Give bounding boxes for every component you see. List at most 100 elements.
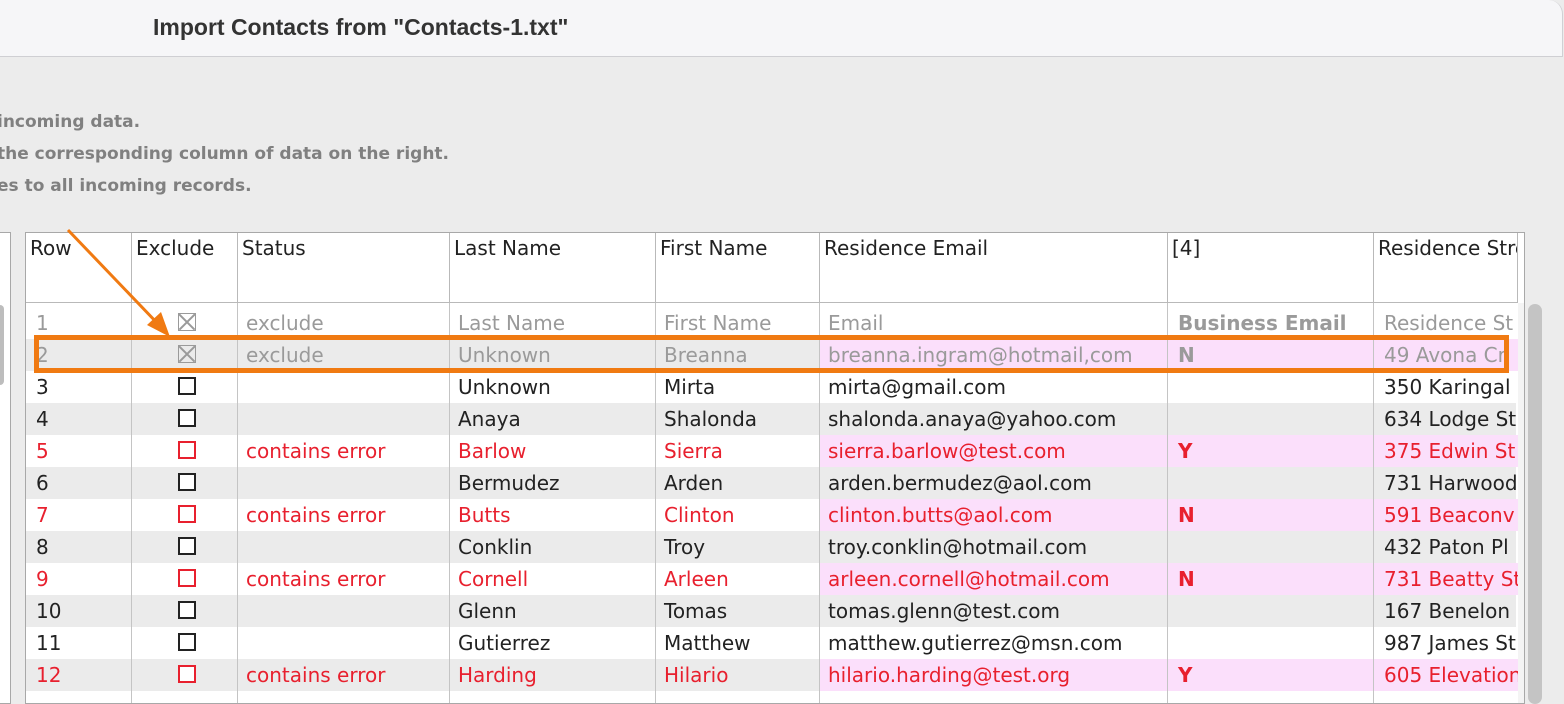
status-cell: contains error — [246, 439, 386, 463]
exclude-checkbox[interactable] — [178, 665, 196, 683]
exclude-checkbox[interactable] — [178, 505, 196, 523]
first-name-cell: Clinton — [664, 503, 735, 527]
exclude-checkbox[interactable] — [178, 473, 196, 491]
column-header-last-name[interactable]: Last Name — [450, 233, 656, 303]
residence-email-cell: clinton.butts@aol.com — [820, 499, 1168, 531]
row-number: 8 — [36, 535, 49, 559]
exclude-checkbox[interactable] — [178, 569, 196, 587]
exclude-checkbox[interactable] — [178, 313, 196, 331]
window-title: Import Contacts from "Contacts-1.txt" — [153, 14, 569, 40]
residence-street-cell: 432 Paton Pl — [1384, 535, 1509, 559]
last-name-cell: Barlow — [458, 439, 527, 463]
table-row[interactable]: 12 contains error Harding Hilario hilario.ha… — [26, 659, 1518, 691]
row-number: 3 — [36, 375, 49, 399]
row-number: 1 — [36, 311, 49, 335]
last-name-cell: Last Name — [458, 311, 566, 335]
residence-street-cell: 49 Avona Cr — [1374, 339, 1518, 371]
column-header-first-name[interactable]: First Name — [656, 233, 820, 303]
column-4-cell — [1168, 371, 1374, 403]
column-4-cell — [1168, 595, 1374, 627]
column-4-cell — [1168, 467, 1374, 499]
status-cell: contains error — [246, 567, 386, 591]
table-row[interactable]: 3 Unknown Mirta mirta@gmail.com 350 Karingal — [26, 371, 1516, 403]
grid-scroll-track[interactable] — [1518, 303, 1524, 703]
residence-email-cell: shalonda.anaya@yahoo.com — [828, 407, 1117, 431]
exclude-checkbox[interactable] — [178, 345, 196, 363]
status-cell: exclude — [246, 343, 324, 367]
last-name-cell: Conklin — [458, 535, 533, 559]
exclude-checkbox[interactable] — [178, 633, 196, 651]
row-number: 5 — [36, 439, 49, 463]
residence-street-cell: 731 Beatty St — [1374, 563, 1518, 595]
first-name-cell: Matthew — [664, 631, 751, 655]
table-row[interactable]: 11 Gutierrez Matthew matthew.gutierrez@msn.… — [26, 627, 1516, 659]
table-row[interactable]: 1 exclude Last Name First Name Email Business… — [26, 307, 1516, 339]
exclude-checkbox[interactable] — [178, 441, 196, 459]
instruction-line-3: es to all incoming records. — [0, 176, 252, 196]
residence-email-cell: hilario.harding@test.org — [820, 659, 1168, 691]
column-header-4[interactable]: [4] — [1168, 233, 1374, 303]
exclude-checkbox[interactable] — [178, 409, 196, 427]
residence-email-cell: breanna.ingram@hotmail,com — [820, 339, 1168, 371]
column-4-cell — [1168, 403, 1374, 435]
status-cell — [238, 627, 450, 659]
residence-street-cell: 605 Elevation — [1374, 659, 1518, 691]
status-cell — [238, 531, 450, 563]
status-cell — [238, 403, 450, 435]
column-header-row[interactable]: Row — [26, 233, 132, 303]
column-4-cell — [1168, 531, 1374, 563]
last-name-cell: Bermudez — [458, 471, 560, 495]
table-row[interactable]: 2 exclude Unknown Breanna breanna.ingram@hot… — [26, 339, 1518, 371]
table-row[interactable]: 8 Conklin Troy troy.conklin@hotmail.com 432 … — [26, 531, 1516, 563]
table-row[interactable]: 4 Anaya Shalonda shalonda.anaya@yahoo.com 63… — [26, 403, 1516, 435]
residence-email-cell: sierra.barlow@test.com — [820, 435, 1168, 467]
first-name-cell: Mirta — [664, 375, 716, 399]
first-name-cell: Breanna — [664, 343, 748, 367]
exclude-checkbox[interactable] — [178, 601, 196, 619]
row-number: 9 — [36, 567, 49, 591]
column-header-exclude[interactable]: Exclude — [132, 233, 238, 303]
column-4-cell: N — [1168, 339, 1374, 371]
exclude-checkbox[interactable] — [178, 377, 196, 395]
row-number: 4 — [36, 407, 49, 431]
first-name-cell: Hilario — [664, 663, 729, 687]
first-name-cell: Tomas — [664, 599, 728, 623]
import-data-grid: Row Exclude Status Last Name First Name … — [25, 232, 1525, 704]
residence-email-cell: arleen.cornell@hotmail.com — [820, 563, 1168, 595]
exclude-checkbox[interactable] — [178, 537, 196, 555]
status-cell: contains error — [246, 663, 386, 687]
first-name-cell: Arleen — [664, 567, 729, 591]
row-number: 2 — [36, 343, 49, 367]
first-name-cell: Arden — [664, 471, 724, 495]
field-list-panel[interactable] — [0, 232, 11, 704]
last-name-cell: Cornell — [458, 567, 529, 591]
residence-email-cell: arden.bermudez@aol.com — [828, 471, 1092, 495]
last-name-cell: Gutierrez — [458, 631, 551, 655]
table-row[interactable]: 9 contains error Cornell Arleen arleen.corne… — [26, 563, 1518, 595]
table-row[interactable]: 6 Bermudez Arden arden.bermudez@aol.com 731 … — [26, 467, 1518, 499]
row-number: 6 — [36, 471, 49, 495]
column-header-residence-email[interactable]: Residence Email — [820, 233, 1168, 303]
column-header-status[interactable]: Status — [238, 233, 450, 303]
last-name-cell: Harding — [458, 663, 537, 687]
instruction-line-2: the corresponding column of data on the … — [0, 144, 450, 164]
first-name-cell: First Name — [664, 311, 772, 335]
field-list-scrollbar[interactable] — [0, 305, 4, 385]
row-number: 12 — [36, 663, 62, 687]
last-name-cell: Butts — [458, 503, 511, 527]
first-name-cell: Sierra — [664, 439, 723, 463]
residence-email-cell: Email — [828, 311, 884, 335]
column-4-cell — [1168, 627, 1374, 659]
table-row[interactable]: 5 contains error Barlow Sierra sierra.barlow… — [26, 435, 1518, 467]
table-row[interactable]: 7 contains error Butts Clinton clinton.butts… — [26, 499, 1518, 531]
column-header-residence-street[interactable]: Residence Stre — [1374, 233, 1518, 303]
last-name-cell: Glenn — [458, 599, 517, 623]
table-row[interactable]: 10 Glenn Tomas tomas.glenn@test.com 167 Bene… — [26, 595, 1516, 627]
row-number: 11 — [36, 631, 62, 655]
column-4-cell: Business Email — [1178, 311, 1347, 335]
column-4-cell: N — [1168, 563, 1374, 595]
status-cell — [238, 595, 450, 627]
grid-scrollbar-thumb[interactable] — [1528, 304, 1542, 704]
residence-street-cell: Residence St — [1384, 311, 1514, 335]
last-name-cell: Unknown — [458, 375, 551, 399]
